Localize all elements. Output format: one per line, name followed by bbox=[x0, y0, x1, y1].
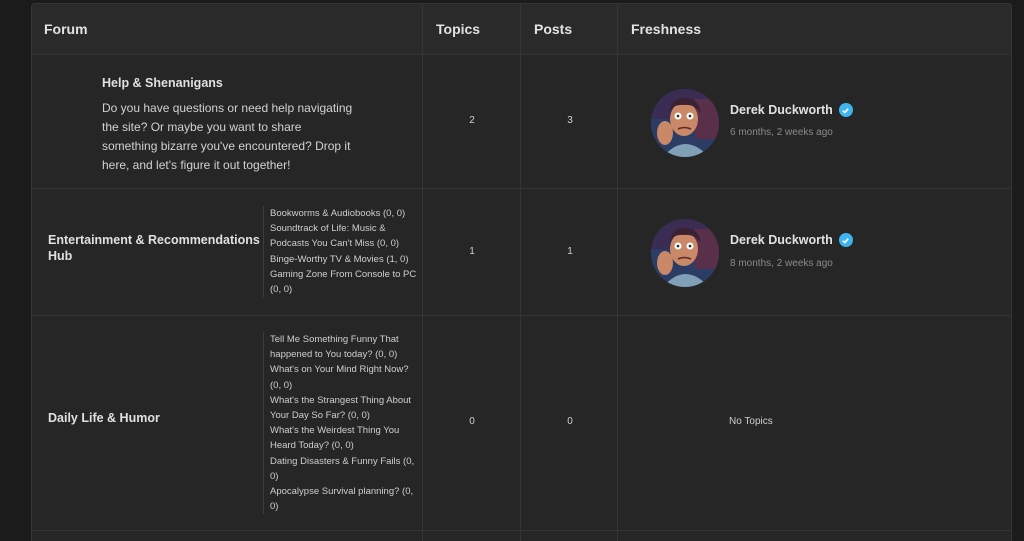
subforum-link[interactable]: Apocalypse Survival planning? (0, bbox=[270, 484, 414, 499]
subforum-link[interactable]: Gaming Zone From Console to PC bbox=[270, 267, 416, 282]
column-header-posts: Posts bbox=[534, 21, 573, 37]
row-divider bbox=[32, 315, 1011, 316]
subforum-list: Tell Me Something Funny That happened to… bbox=[263, 332, 414, 515]
verified-check-icon bbox=[838, 103, 853, 117]
forum-title-line: Entertainment & Recommendations bbox=[48, 233, 260, 247]
subforum-link[interactable]: Bookworms & Audiobooks (0, 0) bbox=[270, 206, 416, 221]
forum-title-link[interactable]: Daily Life & Humor bbox=[48, 411, 160, 425]
description-line: Do you have questions or need help navig… bbox=[102, 101, 353, 115]
column-header-forum: Forum bbox=[44, 21, 88, 37]
topic-count: 0 bbox=[469, 416, 475, 427]
post-count: 1 bbox=[567, 246, 573, 257]
post-count: 3 bbox=[567, 115, 573, 126]
forum-table: Forum Topics Posts Freshness Help & Shen… bbox=[31, 3, 1012, 541]
forum-title-link[interactable]: Entertainment & Recommendations Hub bbox=[48, 232, 260, 264]
author-avatar[interactable] bbox=[651, 219, 719, 287]
column-header-freshness: Freshness bbox=[631, 21, 702, 37]
subforum-link[interactable]: Your Day So Far? (0, 0) bbox=[270, 408, 414, 423]
subforum-link[interactable]: What's on Your Mind Right Now? bbox=[270, 362, 414, 377]
subforum-link[interactable]: happened to You today? (0, 0) bbox=[270, 347, 414, 362]
forum-description: Do you have questions or need help navig… bbox=[102, 99, 352, 175]
row-divider bbox=[32, 530, 1011, 531]
subforum-link[interactable]: Dating Disasters & Funny Fails (0, bbox=[270, 454, 414, 469]
subforum-link[interactable]: (0, 0) bbox=[270, 378, 414, 393]
topic-count: 2 bbox=[469, 115, 475, 126]
subforum-link[interactable]: Heard Today? (0, 0) bbox=[270, 438, 414, 453]
column-divider bbox=[617, 4, 618, 541]
row-divider bbox=[32, 188, 1011, 189]
post-count: 0 bbox=[567, 416, 573, 427]
subforum-link[interactable]: Binge-Worthy TV & Movies (1, 0) bbox=[270, 252, 416, 267]
column-divider bbox=[422, 4, 423, 541]
subforum-link[interactable]: What's the Strangest Thing About bbox=[270, 393, 414, 408]
topic-count: 1 bbox=[469, 246, 475, 257]
description-line: something bizarre you've encountered? Dr… bbox=[102, 139, 351, 153]
column-header-topics: Topics bbox=[436, 21, 481, 37]
verified-check-icon bbox=[838, 233, 853, 247]
last-activity-time[interactable]: 6 months, 2 weeks ago bbox=[730, 127, 833, 138]
forum-title-link[interactable]: Help & Shenanigans bbox=[102, 76, 223, 90]
subforum-link[interactable]: Podcasts You Can't Miss (0, 0) bbox=[270, 236, 416, 251]
no-topics-label: No Topics bbox=[729, 416, 773, 427]
last-activity-time[interactable]: 8 months, 2 weeks ago bbox=[730, 258, 833, 269]
author-link[interactable]: Derek Duckworth bbox=[730, 233, 853, 247]
table-header bbox=[32, 4, 1011, 54]
description-line: the site? Or maybe you want to share bbox=[102, 120, 302, 134]
subforum-link[interactable]: (0, 0) bbox=[270, 282, 416, 297]
column-divider bbox=[520, 4, 521, 541]
subforum-link[interactable]: 0) bbox=[270, 499, 414, 514]
subforum-link[interactable]: Tell Me Something Funny That bbox=[270, 332, 414, 347]
author-name: Derek Duckworth bbox=[730, 103, 833, 117]
subforum-list: Bookworms & Audiobooks (0, 0) Soundtrack… bbox=[263, 206, 416, 298]
author-avatar[interactable] bbox=[651, 89, 719, 157]
subforum-link[interactable]: Soundtrack of Life: Music & bbox=[270, 221, 416, 236]
subforum-link[interactable]: What's the Weirdest Thing You bbox=[270, 423, 414, 438]
row-divider bbox=[32, 54, 1011, 55]
author-link[interactable]: Derek Duckworth bbox=[730, 103, 853, 117]
subforum-link[interactable]: 0) bbox=[270, 469, 414, 484]
author-name: Derek Duckworth bbox=[730, 233, 833, 247]
cartoon-man-avatar-icon bbox=[651, 89, 719, 157]
cartoon-man-avatar-icon bbox=[651, 219, 719, 287]
forum-title-line: Hub bbox=[48, 249, 73, 263]
description-line: here, and let's figure it out together! bbox=[102, 158, 291, 172]
